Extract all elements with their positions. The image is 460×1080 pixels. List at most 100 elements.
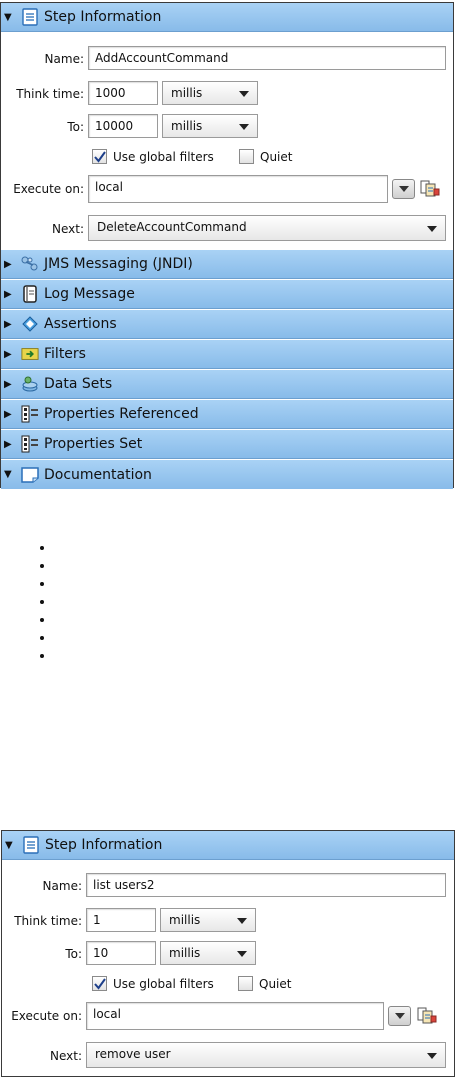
step-information-icon [21, 8, 39, 26]
bullet [40, 636, 44, 640]
execute-on-label: Execute on: [11, 1009, 82, 1023]
next-label: Next: [52, 222, 84, 236]
think-time-label: Think time: [16, 87, 84, 101]
checkmark-icon [94, 151, 106, 163]
to-unit-value: millis [171, 119, 203, 133]
execute-on-field[interactable]: local [86, 1002, 384, 1030]
to-field[interactable]: 10 [86, 941, 156, 965]
section-properties-referenced[interactable]: ▶ Properties Referenced [1, 400, 453, 429]
name-label: Name: [42, 879, 82, 893]
bullet [40, 654, 44, 658]
use-global-filters-label: Use global filters [113, 150, 214, 164]
bullet [40, 582, 44, 586]
collapsed-triangle-icon[interactable]: ▶ [4, 379, 18, 390]
section-log-message[interactable]: ▶ Log Message [1, 280, 453, 309]
chevron-down-icon [239, 91, 249, 97]
think-time-unit-select[interactable]: millis [162, 81, 258, 105]
bullet [40, 618, 44, 622]
step-information-icon [22, 836, 40, 854]
chevron-down-icon [239, 124, 249, 130]
edit-list-icon[interactable] [417, 1007, 437, 1028]
next-step-value: DeleteAccountCommand [97, 220, 247, 234]
use-global-filters-label: Use global filters [113, 977, 214, 991]
execute-on-field[interactable]: local [88, 175, 388, 203]
bullet [40, 564, 44, 568]
think-time-unit-value: millis [169, 913, 201, 927]
think-time-field[interactable]: 1000 [88, 81, 158, 105]
data-sets-icon [21, 375, 39, 393]
collapsed-triangle-icon[interactable]: ▶ [4, 289, 18, 300]
quiet-checkbox[interactable] [239, 149, 254, 164]
next-step-select[interactable]: remove user [86, 1042, 446, 1068]
step-information-header[interactable]: ▼ Step Information [1, 3, 453, 32]
chevron-down-icon [427, 1053, 437, 1059]
quiet-checkbox[interactable] [238, 976, 253, 991]
quiet-label: Quiet [259, 977, 292, 991]
think-time-field[interactable]: 1 [86, 908, 156, 932]
to-unit-select[interactable]: millis [160, 941, 256, 965]
section-jms-messaging[interactable]: ▶ JMS Messaging (JNDI) [1, 250, 453, 279]
think-time-unit-select[interactable]: millis [160, 908, 256, 932]
step-information-title: Step Information [44, 9, 162, 25]
collapsed-triangle-icon[interactable]: ▶ [4, 439, 18, 450]
bullet [40, 600, 44, 604]
to-unit-value: millis [169, 946, 201, 960]
chevron-down-icon [395, 1013, 405, 1019]
section-label: Assertions [44, 316, 117, 332]
bullet [40, 546, 44, 550]
chevron-down-icon [399, 186, 409, 192]
step-information-title: Step Information [45, 837, 163, 853]
use-global-filters-checkbox[interactable] [92, 976, 107, 991]
section-filters[interactable]: ▶ Filters [1, 340, 453, 369]
execute-on-label: Execute on: [13, 182, 84, 196]
quiet-label: Quiet [260, 150, 293, 164]
section-documentation[interactable]: ▼ Documentation [1, 460, 453, 489]
section-properties-set[interactable]: ▶ Properties Set [1, 430, 453, 459]
collapsed-triangle-icon[interactable]: ▶ [4, 319, 18, 330]
chevron-down-icon [427, 226, 437, 232]
to-unit-select[interactable]: millis [162, 114, 258, 138]
section-data-sets[interactable]: ▶ Data Sets [1, 370, 453, 399]
section-label: Data Sets [44, 376, 113, 392]
expanded-triangle-icon[interactable]: ▼ [4, 12, 18, 23]
expanded-triangle-icon[interactable]: ▼ [5, 840, 19, 851]
think-time-label: Think time: [14, 914, 82, 928]
execute-on-dropdown-button[interactable] [388, 1006, 411, 1026]
properties-icon [21, 405, 39, 423]
to-label: To: [65, 947, 82, 961]
step-information-header[interactable]: ▼ Step Information [2, 831, 454, 860]
checkmark-icon [94, 978, 106, 990]
documentation-icon [21, 466, 39, 484]
to-field[interactable]: 10000 [88, 114, 158, 138]
execute-on-dropdown-button[interactable] [392, 179, 415, 199]
properties-icon [21, 435, 39, 453]
next-step-select[interactable]: DeleteAccountCommand [88, 215, 446, 241]
section-label: Log Message [44, 286, 135, 302]
section-label: Properties Set [44, 436, 143, 452]
section-label: Properties Referenced [44, 406, 199, 422]
expanded-triangle-icon[interactable]: ▼ [4, 469, 18, 480]
to-label: To: [67, 120, 84, 134]
step-panel-bottom: ▼ Step Information Name: list users2 Thi… [1, 830, 455, 1077]
bullet-list [40, 546, 44, 672]
collapsed-triangle-icon[interactable]: ▶ [4, 409, 18, 420]
name-field[interactable]: list users2 [86, 873, 446, 897]
collapsed-triangle-icon[interactable]: ▶ [4, 259, 18, 270]
chevron-down-icon [237, 951, 247, 957]
name-label: Name: [44, 52, 84, 66]
chevron-down-icon [237, 918, 247, 924]
next-label: Next: [50, 1049, 82, 1063]
edit-list-icon[interactable] [420, 180, 440, 201]
name-field[interactable]: AddAccountCommand [88, 46, 446, 70]
collapsed-triangle-icon[interactable]: ▶ [4, 349, 18, 360]
log-message-icon [21, 285, 39, 303]
jms-icon [21, 255, 39, 273]
section-label: JMS Messaging (JNDI) [44, 256, 193, 272]
next-step-value: remove user [95, 1047, 171, 1061]
use-global-filters-checkbox[interactable] [92, 149, 107, 164]
filters-icon [21, 345, 39, 363]
assertions-icon [21, 315, 39, 333]
section-assertions[interactable]: ▶ Assertions [1, 310, 453, 339]
section-label: Documentation [44, 466, 152, 483]
section-label: Filters [44, 346, 86, 362]
